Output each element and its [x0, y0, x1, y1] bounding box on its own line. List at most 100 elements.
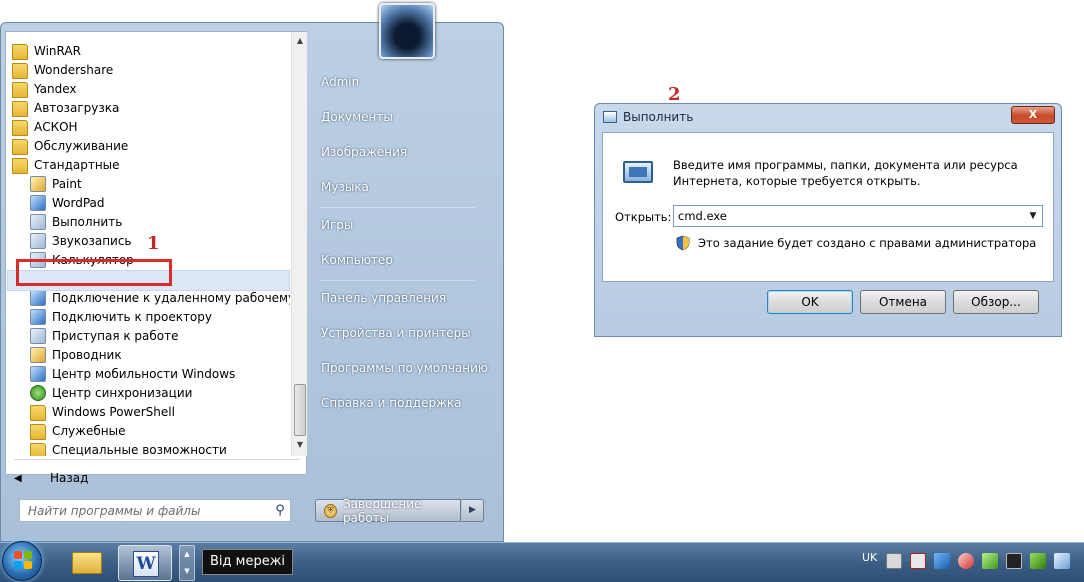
shutdown-button[interactable]: ⛨ Завершение работы	[315, 497, 461, 525]
run-dialog-titlebar[interactable]: Выполнить X	[595, 104, 1061, 130]
scroll-thumb[interactable]	[294, 384, 306, 436]
program-list-item[interactable]: Специальные возможности	[6, 440, 290, 456]
shutdown-options-arrow[interactable]: ▶	[462, 499, 484, 522]
search-placeholder: Найти программы и файлы	[28, 503, 201, 518]
mobility-center-icon	[30, 365, 46, 382]
run-program-icon	[623, 161, 653, 183]
ok-button[interactable]: OK	[767, 290, 853, 314]
scroll-down-icon[interactable]: ▼	[292, 438, 308, 452]
program-list-item[interactable]: Paint	[6, 174, 290, 193]
system-tray: UK	[860, 543, 1084, 582]
program-folder-item[interactable]: Обслуживание	[6, 136, 290, 155]
program-label: АСКОН	[34, 119, 78, 134]
start-button[interactable]	[2, 541, 42, 581]
divider	[14, 459, 300, 460]
shield-icon: ⛨	[324, 503, 337, 518]
update-icon[interactable]	[982, 553, 998, 569]
paint-icon	[30, 175, 46, 192]
scroll-up-icon[interactable]: ▲	[292, 34, 308, 48]
program-list-item[interactable]: Центр синхронизации	[6, 383, 290, 402]
no-network-icon[interactable]	[910, 553, 926, 569]
program-label: Выполнить	[52, 214, 123, 229]
tooltip: Від мережі	[202, 549, 294, 575]
program-label: Wondershare	[34, 62, 114, 77]
back-arrow-icon: ◀	[14, 472, 22, 484]
folder-icon	[12, 82, 28, 98]
program-list-item[interactable]: Windows PowerShell	[6, 402, 290, 421]
desktop-screenshot: WinRAR Wondershare Yandex Автозагрузка АСКОН…	[0, 0, 1084, 582]
network-icon[interactable]	[934, 553, 950, 569]
program-label: Обслуживание	[34, 138, 129, 153]
annotation-highlight-box	[16, 259, 172, 286]
program-list-scrollbar[interactable]: ▲ ▼	[291, 32, 307, 456]
antivirus-icon[interactable]	[958, 553, 974, 569]
program-label: Автозагрузка	[34, 100, 120, 115]
program-label: Центр мобильности Windows	[52, 366, 236, 381]
start-right-item[interactable]: Admin	[321, 75, 359, 89]
speaker-icon[interactable]	[1054, 553, 1070, 569]
program-label: WordPad	[52, 195, 105, 210]
language-indicator[interactable]: UK	[862, 551, 877, 564]
start-right-item[interactable]: Панель управления	[321, 291, 446, 305]
program-label: Windows PowerShell	[52, 404, 175, 419]
browse-button[interactable]: Обзор...	[953, 290, 1039, 314]
program-list-item[interactable]: Служебные	[6, 421, 290, 440]
back-button[interactable]: ◀ Назад	[14, 468, 294, 488]
open-input[interactable]: cmd.exe	[678, 209, 1024, 223]
program-list-item[interactable]: Подключить к проектору	[6, 307, 290, 326]
search-input[interactable]: Найти программы и файлы ⚲	[19, 499, 291, 522]
divider	[319, 207, 475, 208]
folder-icon	[12, 158, 28, 174]
admin-note: Это задание будет создано с правами адми…	[698, 236, 1037, 250]
start-right-item[interactable]: Музыка	[321, 180, 369, 194]
start-right-item[interactable]: Справка и поддержка	[321, 396, 462, 410]
program-list-item[interactable]: Приступая к работе	[6, 326, 290, 345]
program-label: Yandex	[34, 81, 77, 96]
folder-icon	[12, 63, 28, 79]
taskbar-explorer-button[interactable]	[60, 545, 114, 581]
program-list-item[interactable]: Центр мобильности Windows	[6, 364, 290, 383]
monitor-icon[interactable]	[1006, 553, 1022, 569]
windows-logo-icon	[14, 551, 32, 569]
program-folder-item[interactable]: Yandex	[6, 79, 290, 98]
start-right-item[interactable]: Документы	[321, 110, 393, 124]
program-folder-item[interactable]: WinRAR	[6, 41, 290, 60]
cancel-button[interactable]: Отмена	[860, 290, 946, 314]
program-folder-item[interactable]: Стандартные	[6, 155, 290, 174]
start-right-item[interactable]: Изображения	[321, 145, 407, 159]
folder-icon	[12, 44, 28, 60]
annotation-marker-2: 2	[668, 84, 681, 105]
program-folder-item[interactable]: Wondershare	[6, 60, 290, 79]
start-right-item[interactable]: Компьютер	[321, 253, 393, 267]
program-list-item[interactable]: Выполнить	[6, 212, 290, 231]
start-right-item[interactable]: Программы по умолчанию	[321, 361, 488, 375]
folder-icon	[12, 101, 28, 117]
run-icon	[603, 111, 617, 123]
run-dialog: Выполнить X Введите имя программы, папки…	[594, 103, 1062, 337]
program-label: Центр синхронизации	[52, 385, 193, 400]
program-list-item[interactable]: WordPad	[6, 193, 290, 212]
program-list-item[interactable]: Проводник	[6, 345, 290, 364]
open-combobox[interactable]: cmd.exe ▼	[673, 205, 1043, 227]
start-menu: WinRAR Wondershare Yandex Автозагрузка АСКОН…	[0, 3, 504, 542]
program-label: Приступая к работе	[52, 328, 179, 343]
program-folder-item[interactable]: АСКОН	[6, 117, 290, 136]
chevron-down-icon[interactable]: ▼	[1024, 211, 1042, 221]
nvidia-icon[interactable]	[1030, 553, 1046, 569]
divider	[319, 280, 475, 281]
start-right-item[interactable]: Игры	[321, 218, 353, 232]
taskbar-word-button[interactable]: W	[118, 545, 172, 581]
taskbar: W ▲ ▼ UK	[0, 541, 1084, 582]
program-label: Звукозапись	[52, 233, 132, 248]
close-button[interactable]: X	[1011, 106, 1055, 124]
folder-icon	[30, 424, 46, 440]
user-avatar[interactable]	[379, 3, 435, 59]
keyboard-icon[interactable]	[886, 553, 902, 569]
program-folder-item[interactable]: Автозагрузка	[6, 98, 290, 117]
folder-icon	[30, 443, 46, 456]
search-icon[interactable]: ⚲	[270, 503, 290, 518]
explorer-icon	[30, 346, 46, 363]
start-right-item[interactable]: Устройства и принтеры	[321, 326, 471, 340]
taskbar-scroll-buttons[interactable]: ▲ ▼	[179, 545, 195, 581]
folder-icon	[12, 139, 28, 155]
